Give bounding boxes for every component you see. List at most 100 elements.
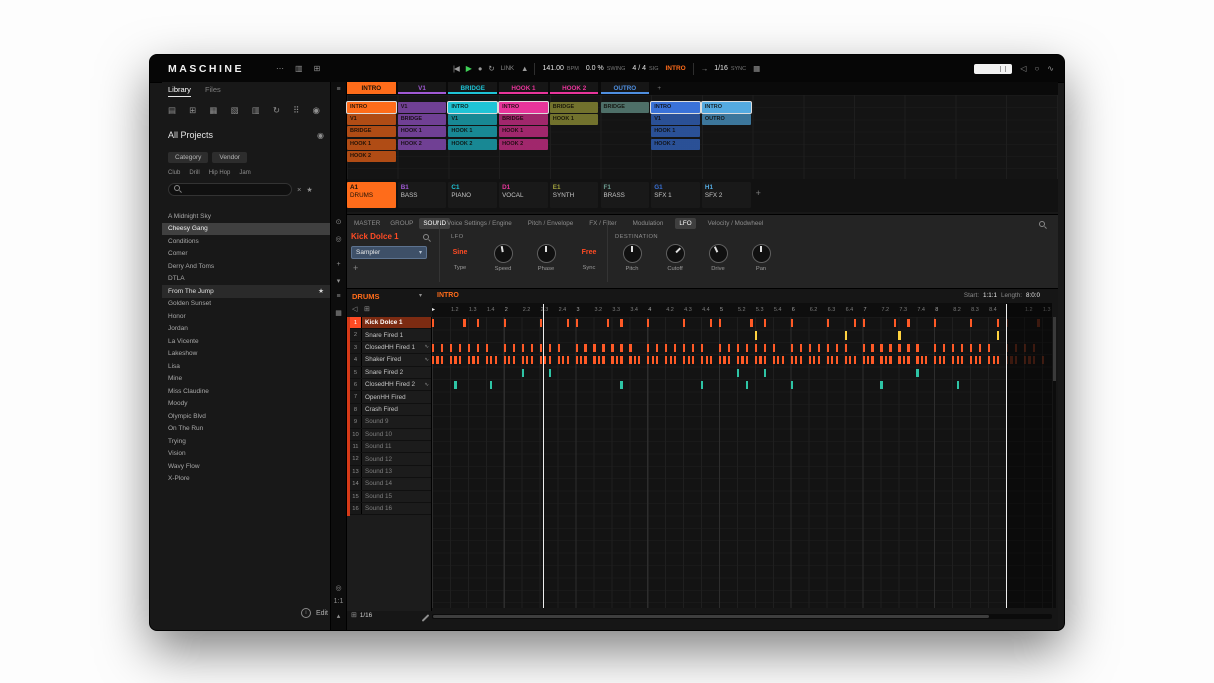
note-event[interactable] <box>979 356 982 365</box>
note-event[interactable] <box>934 319 937 327</box>
note-event[interactable] <box>898 343 901 352</box>
note-event[interactable] <box>992 356 995 365</box>
note-event[interactable] <box>490 381 493 389</box>
search-input[interactable] <box>187 185 286 194</box>
note-event[interactable] <box>907 319 910 327</box>
sound-row-1[interactable]: 1 Kick Dolce 1 <box>350 317 431 330</box>
time-signature-value[interactable]: 4 / 4 <box>632 65 646 72</box>
note-event[interactable] <box>920 356 923 365</box>
vertical-scrollbar[interactable] <box>1053 317 1056 608</box>
note-event[interactable] <box>934 356 937 365</box>
note-event[interactable] <box>938 356 941 365</box>
note-event[interactable] <box>866 356 870 365</box>
loops-icon[interactable]: ↻ <box>273 105 280 116</box>
project-item-moody[interactable]: Moody <box>162 398 330 411</box>
page-tab-fx-filter[interactable]: FX / Filter <box>585 218 620 229</box>
pan-knob[interactable] <box>751 244 771 263</box>
chevron-down-icon[interactable]: ▾ <box>419 292 422 299</box>
note-event[interactable] <box>593 356 596 365</box>
note-event[interactable] <box>943 356 946 365</box>
param-sync[interactable]: Free Sync <box>569 243 609 271</box>
sound-row-14[interactable]: 14 Sound 14 <box>350 478 431 491</box>
note-event[interactable] <box>656 356 659 365</box>
pattern-cell-d1-hook-1[interactable]: HOOK 1 <box>499 126 548 138</box>
note-event[interactable] <box>575 356 578 365</box>
note-event[interactable] <box>826 356 829 365</box>
note-event[interactable] <box>835 356 838 365</box>
project-item-a-midnight-sky[interactable]: A Midnight Sky <box>162 210 330 223</box>
scene-tab-intro[interactable]: INTRO <box>347 82 396 94</box>
note-event[interactable] <box>575 343 578 352</box>
note-event[interactable] <box>562 356 565 365</box>
note-event[interactable] <box>521 356 524 365</box>
note-event[interactable] <box>449 343 453 352</box>
restart-button[interactable]: |◀ <box>453 64 460 73</box>
note-event[interactable] <box>736 356 740 365</box>
note-event[interactable] <box>754 343 758 352</box>
pattern-cell-c1-v1[interactable]: V1 <box>448 114 498 126</box>
note-event[interactable] <box>754 331 758 341</box>
grid-value[interactable]: 1/16 <box>360 612 372 619</box>
filter-category[interactable]: Category <box>168 152 209 163</box>
note-event[interactable] <box>611 343 614 352</box>
sound-row-12[interactable]: 12 Sound 12 <box>350 453 431 466</box>
note-event[interactable] <box>889 356 892 365</box>
note-event[interactable] <box>736 343 740 352</box>
project-item-wavy-flow[interactable]: Wavy Flow <box>162 460 330 473</box>
note-event[interactable] <box>871 356 874 365</box>
project-item-lisa[interactable]: Lisa <box>162 360 330 373</box>
param-phase[interactable]: Phase <box>526 243 566 272</box>
note-event[interactable] <box>826 319 829 327</box>
note-event[interactable] <box>579 356 583 365</box>
note-event[interactable] <box>476 343 480 352</box>
tempo-value[interactable]: 141.00 <box>542 65 563 72</box>
pattern-cell-h1-intro[interactable]: INTRO <box>701 102 751 113</box>
note-event[interactable] <box>956 356 959 365</box>
note-event[interactable] <box>979 343 982 352</box>
note-event[interactable] <box>557 356 560 365</box>
group-button-e1[interactable]: E1 SYNTH <box>549 182 599 208</box>
note-event[interactable] <box>544 356 547 365</box>
note-event[interactable] <box>813 356 816 365</box>
note-event[interactable] <box>458 356 462 365</box>
note-event[interactable] <box>795 356 798 365</box>
quantize-value[interactable]: 1/16 <box>714 65 728 72</box>
scene-tab-v1[interactable]: V1 <box>397 82 447 94</box>
collapse-up-icon[interactable]: ▴ <box>331 612 346 620</box>
playhead[interactable] <box>543 304 545 608</box>
note-event[interactable] <box>719 343 722 352</box>
note-event[interactable] <box>606 319 610 327</box>
pattern-cell-g1-hook-2[interactable]: HOOK 2 <box>651 138 700 150</box>
note-event[interactable] <box>593 343 596 352</box>
note-event[interactable] <box>467 343 471 352</box>
project-item-on-the-run[interactable]: On The Run <box>162 423 330 436</box>
project-item-jordan[interactable]: Jordan <box>162 323 330 336</box>
pattern-cell-b1-hook-1[interactable]: HOOK 1 <box>397 126 447 138</box>
note-event[interactable] <box>777 356 780 365</box>
sound-row-15[interactable]: 15 Sound 15 <box>350 490 431 503</box>
group-button-d1[interactable]: D1 VOCAL <box>499 182 548 208</box>
pattern-cell-a1-hook-1[interactable]: HOOK 1 <box>347 138 396 150</box>
cutoff-knob[interactable] <box>665 244 685 263</box>
pattern-cell-d1-bridge[interactable]: BRIDGE <box>499 114 548 126</box>
prehear-eye-icon[interactable]: ◉ <box>317 131 324 140</box>
keyboard-icon[interactable]: ▦ <box>753 64 760 73</box>
group-button-g1[interactable]: G1 SFX 1 <box>651 182 700 208</box>
note-event[interactable] <box>997 319 1000 327</box>
note-event[interactable] <box>611 356 614 365</box>
note-event[interactable] <box>665 356 668 365</box>
note-event[interactable] <box>934 343 937 352</box>
pencil-icon[interactable] <box>420 613 430 623</box>
sound-row-9[interactable]: 9 Sound 9 <box>350 416 431 429</box>
note-event[interactable] <box>615 356 619 365</box>
sound-row-16[interactable]: 16 Sound 16 <box>350 503 431 516</box>
pattern-cell-d1-hook-2[interactable]: HOOK 2 <box>499 138 548 150</box>
page-tab-lfo[interactable]: LFO <box>675 218 696 229</box>
note-event[interactable] <box>790 343 793 352</box>
note-event[interactable] <box>449 356 453 365</box>
sync-value[interactable]: Free <box>569 243 609 262</box>
note-event[interactable] <box>701 343 704 352</box>
note-event[interactable] <box>943 343 946 352</box>
pattern-cell-a1-bridge[interactable]: BRIDGE <box>347 126 396 138</box>
metronome-button[interactable]: ▲ <box>521 64 529 73</box>
